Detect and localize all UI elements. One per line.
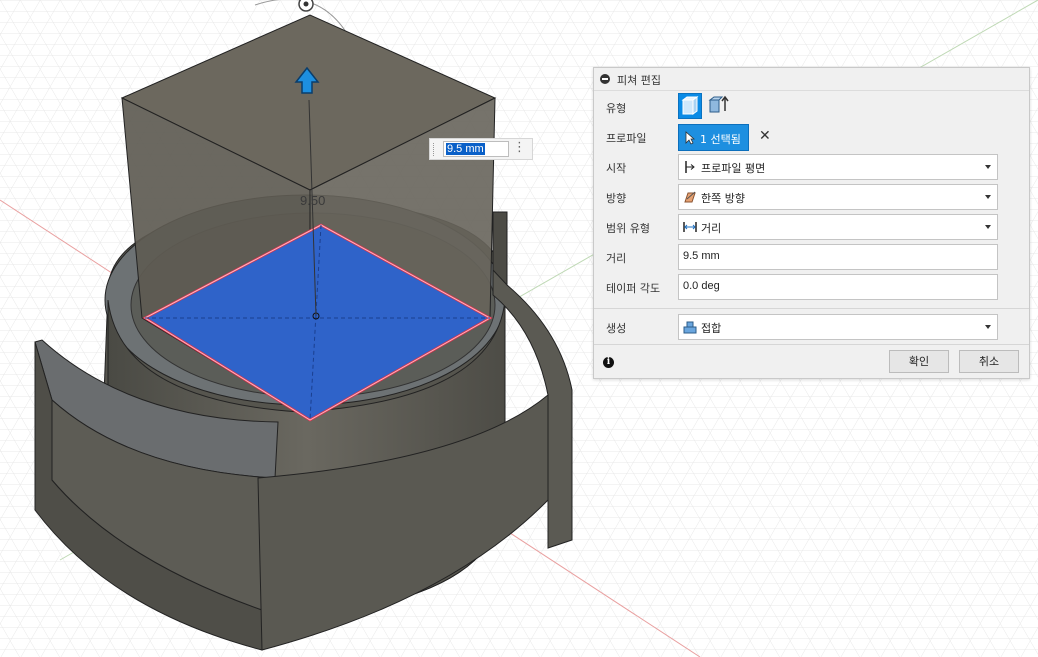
dialog-title: 피쳐 편집 — [617, 74, 661, 87]
row-extent-type: 범위 유형 거리 — [594, 213, 1029, 241]
cancel-button[interactable]: 취소 — [959, 350, 1019, 373]
profile-select-button[interactable]: 1 선택됨 — [678, 124, 749, 151]
type-label: 유형 — [606, 102, 627, 115]
row-distance: 거리 9.5 mm — [594, 243, 1029, 271]
divider — [594, 344, 1029, 345]
collapse-icon[interactable] — [600, 74, 610, 84]
info-icon[interactable]: i — [603, 357, 614, 368]
distance-label: 거리 — [606, 252, 627, 265]
row-profile: 프로파일 1 선택됨 ✕ — [594, 123, 1029, 151]
direction-dropdown[interactable]: 한쪽 방향 — [678, 184, 998, 210]
extent-label: 범위 유형 — [606, 222, 650, 235]
operation-value: 접합 — [701, 322, 722, 335]
one-side-direction-icon — [684, 191, 696, 203]
start-dropdown[interactable]: 프로파일 평면 — [678, 154, 998, 180]
inline-distance-field[interactable]: 9.5 mm — [443, 141, 509, 157]
divider — [594, 308, 1029, 309]
row-direction: 방향 한쪽 방향 — [594, 183, 1029, 211]
thin-extrude-icon[interactable] — [706, 93, 730, 119]
start-value: 프로파일 평면 — [701, 162, 766, 175]
distance-input[interactable]: 9.5 mm — [678, 244, 998, 270]
distance-value: 9.5 mm — [683, 250, 720, 262]
drag-grip-icon[interactable] — [433, 143, 438, 156]
row-start: 시작 프로파일 평면 — [594, 153, 1029, 181]
taper-input[interactable]: 0.0 deg — [678, 274, 998, 300]
taper-label: 테이퍼 각도 — [606, 282, 661, 295]
profile-plane-icon — [685, 161, 695, 173]
distance-icon — [683, 222, 697, 232]
taper-value: 0.0 deg — [683, 280, 720, 292]
extent-dropdown[interactable]: 거리 — [678, 214, 998, 240]
solid-extrude-icon[interactable] — [678, 93, 702, 119]
profile-label: 프로파일 — [606, 132, 647, 145]
dimension-label: 9.50 — [300, 193, 325, 208]
operation-label: 생성 — [606, 322, 627, 335]
row-operation: 생성 접합 — [594, 313, 1029, 341]
edit-feature-dialog: 피쳐 편집 유형 프로파일 1 선택됨 ✕ 시작 프로파일 평면 방향 한쪽 방… — [593, 67, 1030, 379]
join-icon — [683, 321, 697, 334]
more-options-icon[interactable]: ⋮ — [513, 140, 526, 155]
row-taper: 테이퍼 각도 0.0 deg — [594, 273, 1029, 301]
chevron-down-icon — [985, 165, 991, 169]
inline-distance-input[interactable]: 9.5 mm ⋮ — [429, 138, 533, 160]
clear-selection-icon[interactable]: ✕ — [759, 128, 771, 144]
direction-label: 방향 — [606, 192, 627, 205]
direction-value: 한쪽 방향 — [701, 192, 745, 205]
profile-selection-text: 1 선택됨 — [700, 133, 741, 146]
chevron-down-icon — [985, 195, 991, 199]
cursor-icon — [685, 131, 695, 145]
row-type: 유형 — [594, 93, 1029, 121]
dialog-header: 피쳐 편집 — [594, 68, 1029, 91]
ok-button[interactable]: 확인 — [889, 350, 949, 373]
extent-value: 거리 — [701, 222, 722, 235]
start-label: 시작 — [606, 162, 627, 175]
chevron-down-icon — [985, 225, 991, 229]
operation-dropdown[interactable]: 접합 — [678, 314, 998, 340]
chevron-down-icon — [985, 325, 991, 329]
